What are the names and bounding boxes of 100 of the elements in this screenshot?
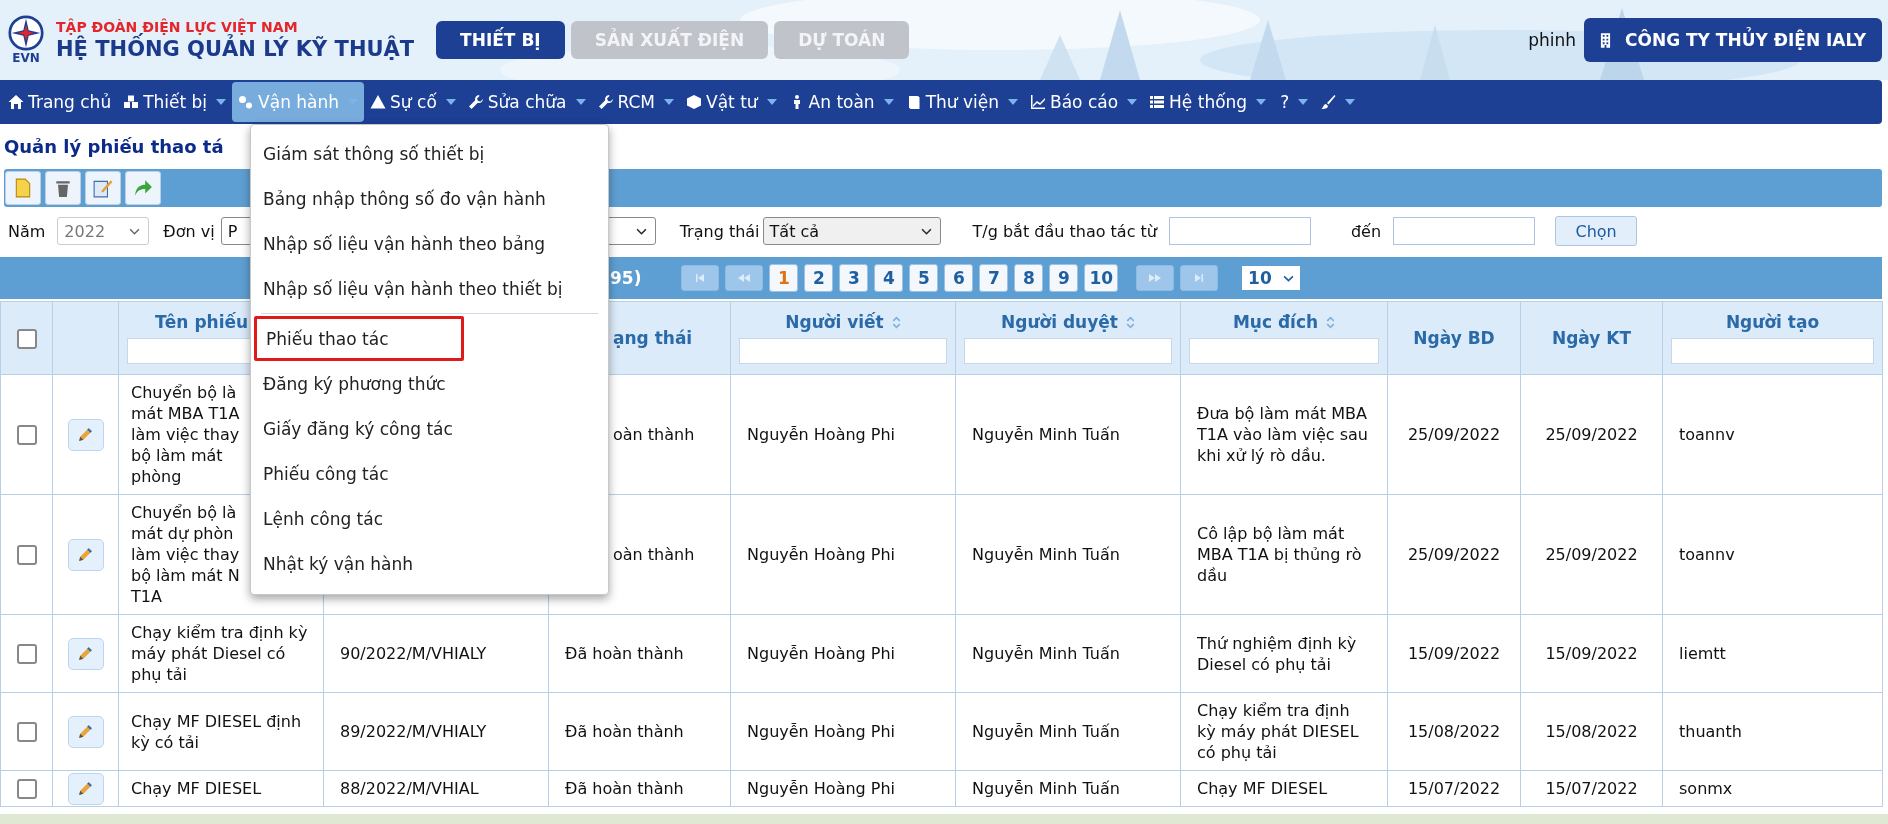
apply-button[interactable]: Chọn	[1555, 216, 1638, 246]
first-page-button[interactable]	[681, 265, 720, 291]
table-cell: thuanth	[1679, 722, 1742, 741]
logo-text: EVN	[12, 51, 40, 65]
table-cell: Nguyễn Hoàng Phi	[747, 545, 896, 564]
edit-row-button[interactable]	[67, 637, 104, 670]
start-date-field[interactable]	[1168, 217, 1311, 245]
table-cell: Nguyễn Minh Tuấn	[972, 722, 1120, 741]
page-button[interactable]: 4	[874, 264, 904, 292]
page-button[interactable]: 3	[839, 264, 869, 292]
edit-button[interactable]	[85, 171, 121, 205]
delete-button[interactable]	[45, 171, 81, 205]
row-checkbox[interactable]	[16, 778, 37, 799]
row-checkbox[interactable]	[16, 544, 37, 565]
menu-option[interactable]: Đăng ký phương thức	[251, 361, 608, 406]
menu-option[interactable]: Phiếu thao tác	[254, 316, 464, 361]
last-page-button[interactable]	[1180, 265, 1219, 291]
table-cell: 15/09/2022	[1407, 644, 1501, 663]
sort-icon[interactable]	[1125, 315, 1135, 329]
table-cell: Chạy MF DIESEL	[1197, 779, 1328, 798]
menu-item[interactable]: Thiết bị	[117, 82, 233, 122]
menu-item[interactable]: ?	[1272, 82, 1315, 122]
chevron-icon	[1283, 274, 1295, 282]
menu-option[interactable]: Giấy đăng ký công tác	[251, 406, 608, 451]
page-size-select[interactable]: 10	[1242, 266, 1301, 290]
trash-icon	[53, 178, 73, 198]
row-checkbox[interactable]	[16, 424, 37, 445]
menu-item[interactable]: Sự cố	[364, 82, 462, 122]
menu-item[interactable]: Hệ thống	[1143, 82, 1273, 122]
row-checkbox[interactable]	[16, 643, 37, 664]
page-button[interactable]: 2	[804, 264, 834, 292]
table-cell: Nguyễn Hoàng Phi	[747, 722, 896, 741]
unit-label: Đơn vị	[163, 221, 215, 241]
menu-option[interactable]: Lệnh công tác	[251, 496, 608, 541]
edit-row-button[interactable]	[67, 772, 104, 805]
page-button[interactable]: 5	[909, 264, 939, 292]
sort-icon[interactable]	[1326, 315, 1336, 329]
add-button[interactable]	[5, 171, 41, 205]
table-cell: 25/09/2022	[1407, 545, 1501, 564]
table-cell: Cô lập bộ làm mát MBA T1A bị thủng rò dầu	[1197, 524, 1362, 585]
column-filter-field[interactable]	[1189, 338, 1379, 364]
page-button[interactable]: 9	[1049, 264, 1079, 292]
select-all-checkbox[interactable]	[16, 328, 37, 349]
company-button[interactable]: CÔNG TY THỦY ĐIỆN IALY	[1584, 18, 1882, 62]
last-icon	[1193, 274, 1206, 282]
page-button[interactable]: 7	[979, 264, 1009, 292]
menu-item[interactable]: RCM	[591, 82, 680, 122]
table-cell: Đã hoàn thành	[565, 644, 684, 663]
edit-row-button[interactable]	[67, 538, 104, 571]
menu-option[interactable]: Nhập số liệu vận hành theo thiết bị	[251, 266, 608, 311]
table-cell: Nguyễn Hoàng Phi	[747, 779, 896, 798]
column-filter-field[interactable]	[739, 338, 947, 364]
edit-row-button[interactable]	[67, 715, 104, 748]
previous-page-button[interactable]	[725, 265, 764, 291]
table-cell: oàn thành	[613, 545, 695, 564]
sort-icon[interactable]	[891, 315, 901, 329]
pencil-icon	[77, 780, 94, 797]
forward-button[interactable]	[125, 171, 161, 205]
table-cell: 88/2022/M/VHIAL	[340, 779, 479, 798]
column-filter-field[interactable]	[964, 338, 1172, 364]
rewind-icon	[738, 274, 751, 282]
list-icon	[1149, 94, 1166, 110]
page-title: Quản lý phiếu thao tá	[4, 136, 224, 157]
column-filter-field[interactable]	[1671, 338, 1874, 364]
menu-item[interactable]: Thư viện	[899, 82, 1024, 122]
menu-item[interactable]: Sửa chữa	[461, 82, 592, 122]
edit-row-button[interactable]	[67, 418, 104, 451]
menu-option[interactable]: Bảng nhập thông số đo vận hành	[251, 176, 608, 221]
page-button[interactable]: 8	[1014, 264, 1044, 292]
table-cell: Nguyễn Minh Tuấn	[972, 545, 1120, 564]
menu-option[interactable]: Phiếu công tác	[251, 451, 608, 496]
warning-icon	[370, 94, 387, 110]
table-cell: 25/09/2022	[1407, 425, 1501, 444]
cube-icon	[686, 94, 702, 110]
table-cell: Đã hoàn thành	[565, 779, 684, 798]
year-select[interactable]: 2022	[57, 217, 150, 245]
module-tab[interactable]: THIẾT BỊ	[436, 21, 565, 59]
table-cell: 89/2022/M/VHIALY	[340, 722, 487, 741]
row-checkbox[interactable]	[16, 721, 37, 742]
table-cell: Nguyễn Minh Tuấn	[972, 779, 1120, 798]
status-select[interactable]: Tất cả	[762, 217, 941, 245]
table-cell: 15/09/2022	[1545, 644, 1638, 663]
status-label: Trạng thái	[679, 221, 760, 241]
column-header: Tên phiếu	[155, 312, 249, 332]
page-button[interactable]: 10	[1084, 264, 1119, 292]
logo-icon	[8, 15, 44, 51]
menu-item[interactable]: Vật tư	[680, 82, 783, 122]
next-page-button[interactable]	[1136, 265, 1175, 291]
pencil-icon	[77, 645, 94, 662]
end-date-field[interactable]	[1393, 217, 1536, 245]
menu-item[interactable]: Trang chủ	[2, 82, 118, 122]
menu-option[interactable]: Nhập số liệu vận hành theo bảng	[251, 221, 608, 266]
column-header: Ngày KT	[1551, 328, 1632, 348]
menu-option[interactable]: Nhật ký vận hành	[251, 541, 608, 586]
menu-item[interactable]: Báo cáo	[1024, 82, 1144, 122]
pencil-icon	[77, 546, 94, 563]
menu-option[interactable]: Giám sát thông số thiết bị	[251, 131, 608, 176]
page-button[interactable]: 6	[944, 264, 974, 292]
table-cell: 15/08/2022	[1407, 722, 1501, 741]
menu-item[interactable]: An toàn	[782, 82, 900, 122]
